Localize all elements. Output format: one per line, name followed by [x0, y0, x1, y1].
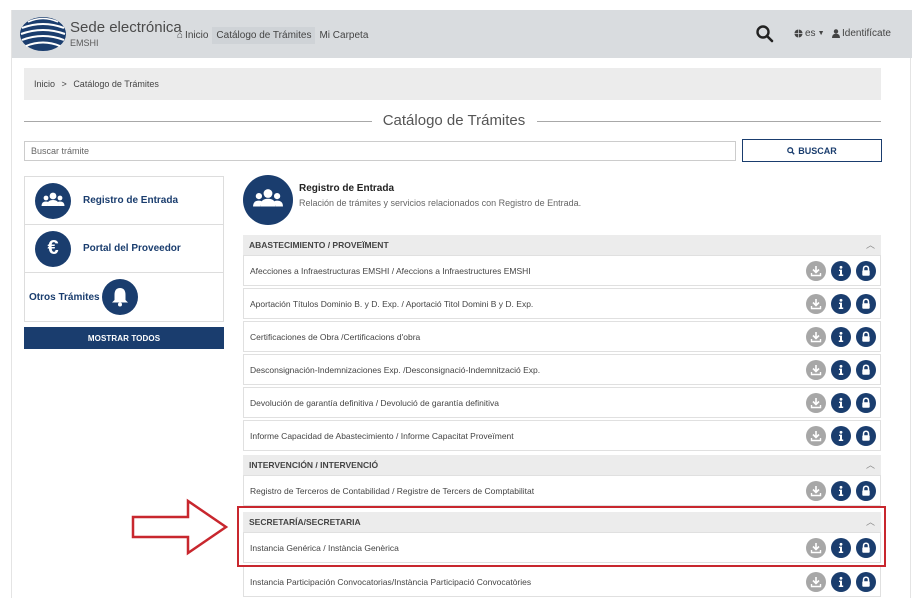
procedure-name[interactable]: Aportación Títulos Dominio B. y D. Exp. …: [250, 289, 533, 319]
info-icon[interactable]: [831, 327, 851, 347]
brand-subtitle: EMSHI: [70, 38, 99, 48]
emshi-logo-icon[interactable]: [18, 15, 68, 53]
info-icon[interactable]: [831, 360, 851, 380]
download-icon[interactable]: [806, 327, 826, 347]
page-title: Catálogo de Trámites: [382, 112, 526, 129]
users-icon: [243, 175, 293, 225]
nav-label: Mi Carpeta: [319, 30, 369, 41]
nav-label: Catálogo de Trámites: [216, 30, 312, 41]
procedure-row[interactable]: Devolución de garantía definitiva / Devo…: [243, 387, 881, 418]
search-icon[interactable]: [754, 23, 776, 45]
procedure-row[interactable]: Desconsignación-Indemnizaciones Exp. /De…: [243, 354, 881, 385]
download-icon[interactable]: [806, 426, 826, 446]
procedure-row[interactable]: Afecciones a Infraestructuras EMSHI / Af…: [243, 255, 881, 286]
header-bar: Sede electrónica EMSHI ⌂ Inicio Catálogo …: [12, 10, 912, 58]
breadcrumb-home[interactable]: Inicio: [34, 79, 55, 89]
nav-catalogo[interactable]: Catálogo de Trámites: [212, 27, 316, 44]
procedure-row[interactable]: Certificaciones de Obra /Certificacions …: [243, 321, 881, 352]
sidebar-item-label: Registro de Entrada: [83, 195, 179, 206]
section-header-abastecimiento[interactable]: ABASTECIMIENTO / PROVEÏMENT ︿: [243, 235, 881, 255]
sidebar-item-registro-entrada[interactable]: Registro de Entrada: [25, 177, 223, 225]
lock-icon[interactable]: [856, 572, 876, 592]
download-icon[interactable]: [806, 294, 826, 314]
info-icon[interactable]: [831, 261, 851, 281]
nav-label: Inicio: [185, 30, 209, 41]
breadcrumb-separator: >: [61, 79, 67, 89]
page-frame: Sede electrónica EMSHI ⌂ Inicio Catálogo …: [11, 10, 912, 598]
procedure-name[interactable]: Certificaciones de Obra /Certificacions …: [250, 322, 420, 352]
info-icon[interactable]: [831, 572, 851, 592]
sidebar-item-label: Portal del Proveedor: [83, 243, 181, 254]
globe-icon: [794, 29, 803, 38]
search-button[interactable]: BUSCAR: [742, 139, 882, 162]
sidebar-item-otros-tramites[interactable]: Otros Trámites: [25, 273, 223, 321]
lock-icon[interactable]: [856, 481, 876, 501]
procedure-name[interactable]: Desconsignación-Indemnizaciones Exp. /De…: [250, 355, 540, 385]
top-nav: ⌂ Inicio Catálogo de Trámites Mi Carpeta: [173, 27, 372, 44]
lock-icon[interactable]: [856, 393, 876, 413]
lock-icon[interactable]: [856, 327, 876, 347]
download-icon[interactable]: [806, 360, 826, 380]
procedure-name[interactable]: Informe Capacidad de Abastecimiento / In…: [250, 421, 514, 451]
section-header-intervencion[interactable]: INTERVENCIÓN / INTERVENCIÓ ︿: [243, 455, 881, 475]
section-title: ABASTECIMIENTO / PROVEÏMENT: [249, 240, 389, 250]
section-title: INTERVENCIÓN / INTERVENCIÓ: [249, 460, 379, 470]
download-icon[interactable]: [806, 393, 826, 413]
info-icon[interactable]: [831, 481, 851, 501]
search-input[interactable]: [24, 141, 736, 161]
arrow-right-icon: [131, 498, 229, 556]
category-sidebar: Registro de Entrada € Portal del Proveed…: [24, 176, 224, 322]
show-all-button[interactable]: MOSTRAR TODOS: [24, 327, 224, 349]
procedure-name[interactable]: Afecciones a Infraestructuras EMSHI / Af…: [250, 256, 531, 286]
nav-mi-carpeta[interactable]: Mi Carpeta: [315, 27, 372, 44]
lock-icon[interactable]: [856, 360, 876, 380]
procedure-name[interactable]: Instancia Participación Convocatorias/In…: [250, 567, 531, 597]
bell-icon: [101, 279, 138, 315]
brand-title: Sede electrónica: [70, 19, 182, 36]
lock-icon[interactable]: [856, 261, 876, 281]
lock-icon[interactable]: [856, 294, 876, 314]
download-icon[interactable]: [806, 572, 826, 592]
login-link[interactable]: Identifícate: [832, 28, 891, 39]
euro-icon: €: [35, 230, 71, 267]
chevron-up-icon[interactable]: ︿: [866, 455, 875, 475]
info-icon[interactable]: [831, 426, 851, 446]
breadcrumb: Inicio > Catálogo de Trámites: [24, 68, 881, 100]
procedure-row[interactable]: Informe Capacidad de Abastecimiento / In…: [243, 420, 881, 451]
title-divider-right: [537, 121, 881, 122]
home-icon: ⌂: [177, 30, 184, 41]
download-icon[interactable]: [806, 261, 826, 281]
lock-icon[interactable]: [856, 426, 876, 446]
procedure-row[interactable]: Registro de Terceros de Contabilidad / R…: [243, 475, 881, 506]
language-label: es: [805, 28, 816, 39]
procedure-name[interactable]: Registro de Terceros de Contabilidad / R…: [250, 476, 534, 506]
category-title: Registro de Entrada: [299, 183, 395, 194]
title-divider-left: [24, 121, 372, 122]
search-button-label: BUSCAR: [798, 145, 837, 156]
procedure-row[interactable]: Aportación Títulos Dominio B. y D. Exp. …: [243, 288, 881, 319]
highlight-box: [237, 506, 886, 567]
user-icon: [832, 29, 840, 38]
sidebar-item-portal-proveedor[interactable]: € Portal del Proveedor: [25, 225, 223, 273]
info-icon[interactable]: [831, 393, 851, 413]
caret-down-icon: ▼: [817, 30, 825, 37]
breadcrumb-current: Catálogo de Trámites: [73, 79, 159, 89]
procedure-row[interactable]: Instancia Participación Convocatorias/In…: [243, 566, 881, 597]
nav-inicio[interactable]: ⌂ Inicio: [173, 27, 212, 44]
login-label: Identifícate: [842, 28, 891, 39]
users-icon: [35, 182, 71, 219]
procedure-name[interactable]: Devolución de garantía definitiva / Devo…: [250, 388, 499, 418]
download-icon[interactable]: [806, 481, 826, 501]
chevron-up-icon[interactable]: ︿: [866, 235, 875, 255]
language-selector[interactable]: es ▼: [794, 28, 825, 39]
sidebar-item-label: Otros Trámites: [29, 291, 100, 303]
info-icon[interactable]: [831, 294, 851, 314]
search-icon: [787, 146, 795, 155]
category-description: Relación de trámites y servicios relacio…: [299, 198, 582, 208]
